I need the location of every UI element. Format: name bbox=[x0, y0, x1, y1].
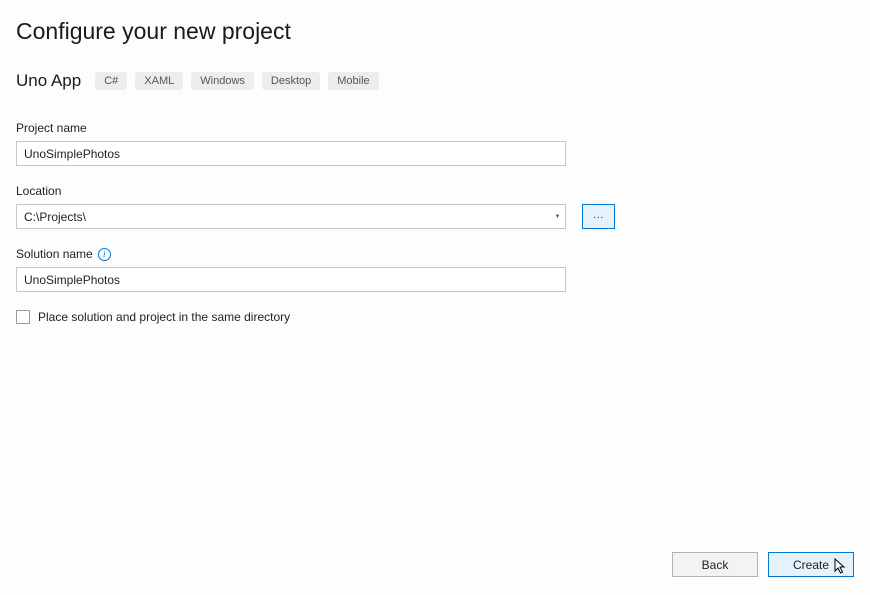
chevron-down-icon[interactable]: ▼ bbox=[549, 205, 565, 228]
tag: Windows bbox=[191, 72, 254, 90]
solution-name-label-text: Solution name bbox=[16, 247, 93, 261]
template-row: Uno App C# XAML Windows Desktop Mobile bbox=[16, 71, 854, 91]
back-button[interactable]: Back bbox=[672, 552, 758, 577]
location-label: Location bbox=[16, 184, 854, 198]
solution-name-input[interactable] bbox=[16, 267, 566, 292]
tag: C# bbox=[95, 72, 127, 90]
browse-button[interactable]: ... bbox=[582, 204, 615, 229]
project-name-input[interactable] bbox=[16, 141, 566, 166]
page-title: Configure your new project bbox=[16, 18, 854, 45]
footer: Back Create bbox=[672, 552, 854, 577]
project-name-group: Project name bbox=[16, 121, 854, 166]
same-directory-checkbox[interactable] bbox=[16, 310, 30, 324]
template-name: Uno App bbox=[16, 71, 81, 91]
template-tags: C# XAML Windows Desktop Mobile bbox=[95, 72, 378, 90]
solution-name-group: Solution name i bbox=[16, 247, 854, 292]
project-name-label: Project name bbox=[16, 121, 854, 135]
same-directory-label: Place solution and project in the same d… bbox=[38, 310, 290, 324]
location-group: Location ▼ ... bbox=[16, 184, 854, 229]
tag: Desktop bbox=[262, 72, 320, 90]
solution-name-label: Solution name i bbox=[16, 247, 854, 261]
location-combo[interactable]: ▼ bbox=[16, 204, 566, 229]
info-icon[interactable]: i bbox=[98, 248, 111, 261]
create-button[interactable]: Create bbox=[768, 552, 854, 577]
same-directory-row: Place solution and project in the same d… bbox=[16, 310, 854, 324]
tag: XAML bbox=[135, 72, 183, 90]
tag: Mobile bbox=[328, 72, 378, 90]
location-input[interactable] bbox=[17, 207, 549, 227]
ellipsis-icon: ... bbox=[593, 209, 604, 221]
